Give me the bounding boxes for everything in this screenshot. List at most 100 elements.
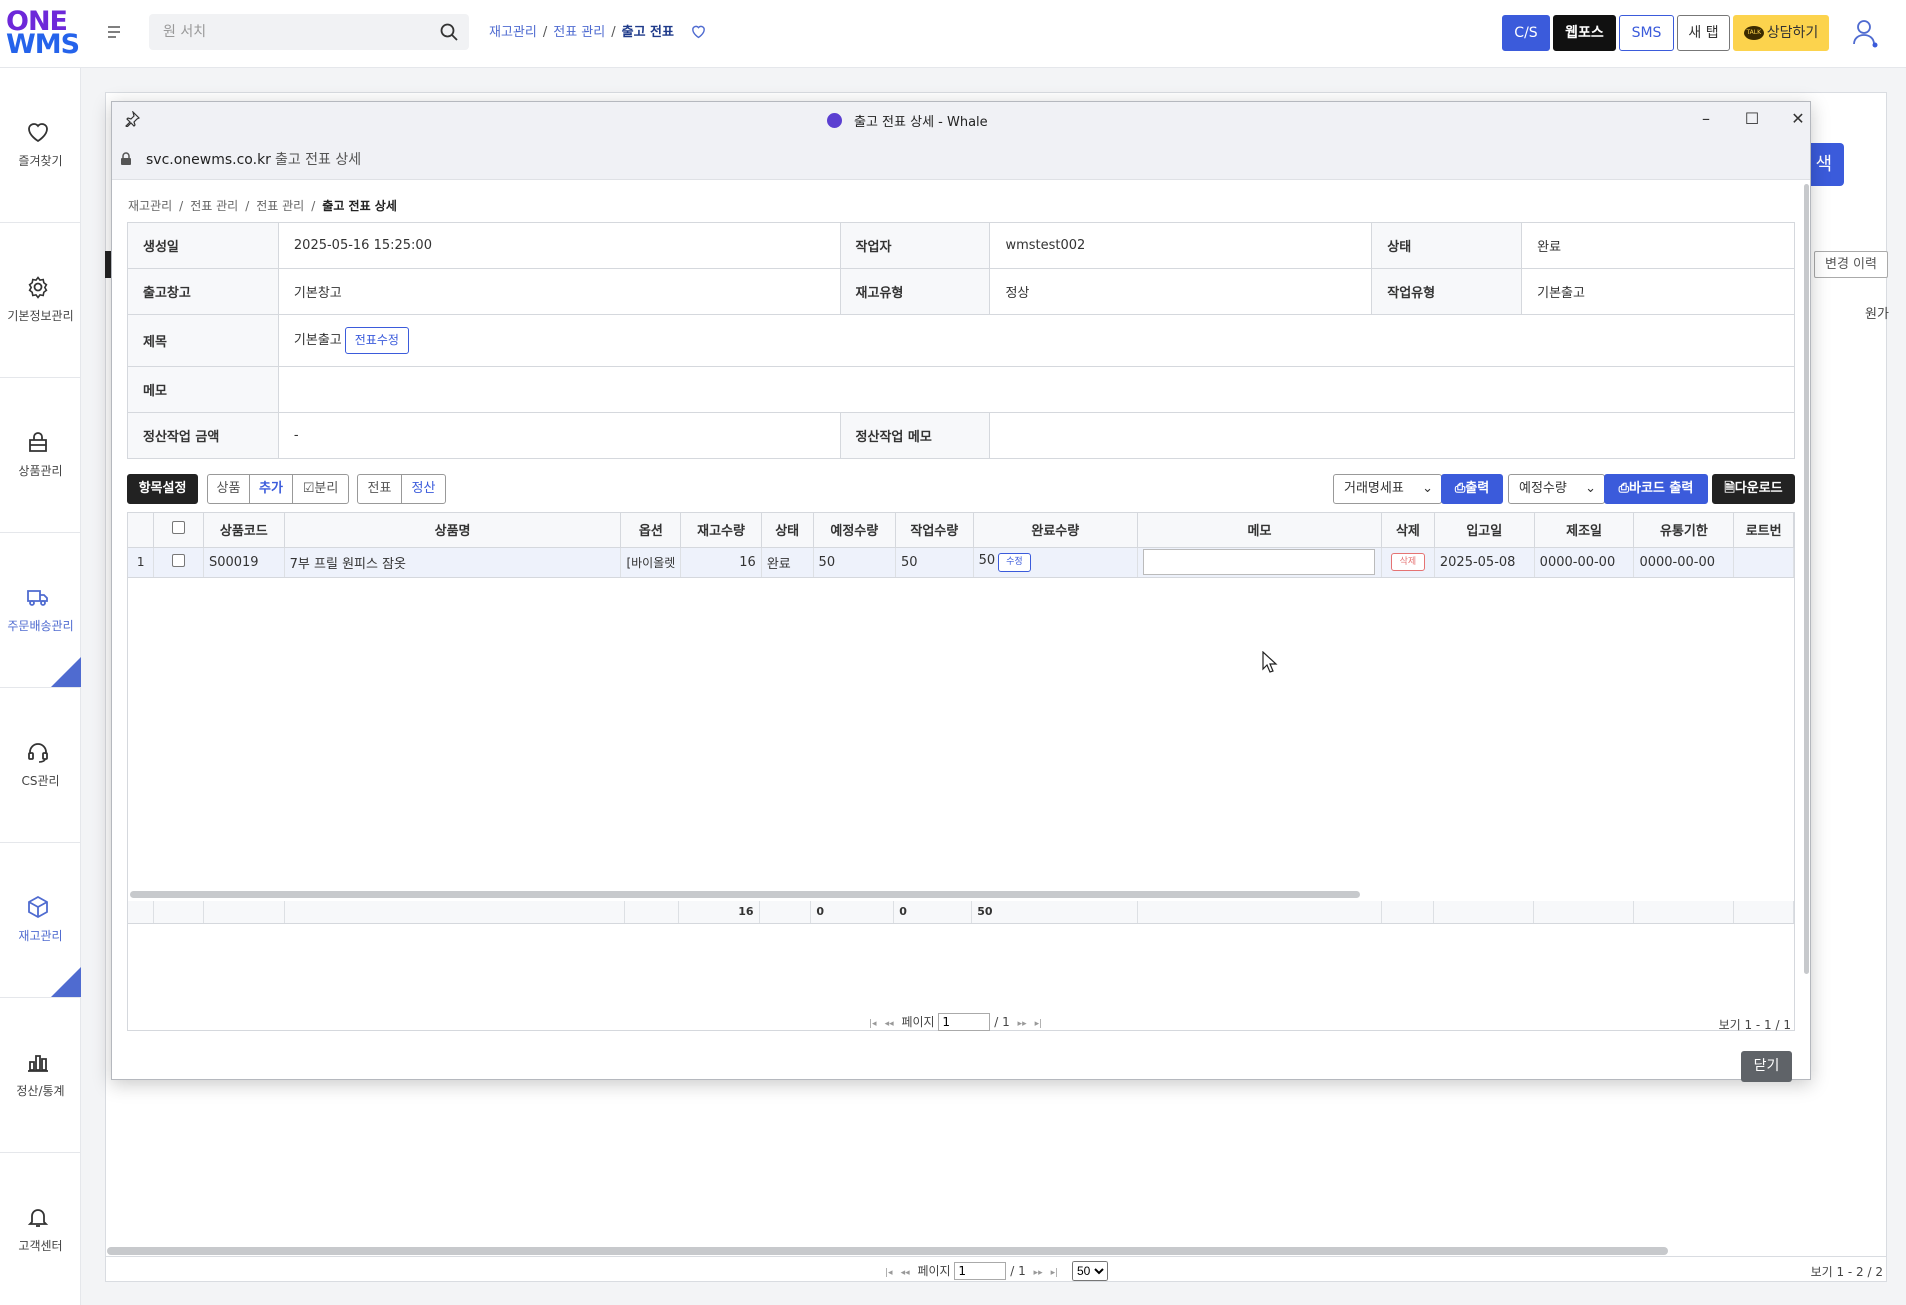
column-settings-button[interactable]: 항목설정 xyxy=(127,474,198,504)
webpos-button[interactable]: 웹포스 xyxy=(1553,15,1616,51)
modify-button[interactable]: 수정 xyxy=(998,552,1031,572)
sidebar-item-label: CS관리 xyxy=(21,774,60,788)
col-stock-qty[interactable]: 재고수량 xyxy=(680,513,762,548)
invoice-select[interactable]: 거래명세표 ⌄ xyxy=(1333,474,1442,504)
prev-page-icon[interactable]: ◂◂ xyxy=(901,1268,910,1278)
col-mfg-date[interactable]: 제조일 xyxy=(1534,513,1635,548)
view-range: 보기 1 - 2 / 2 xyxy=(1810,1265,1883,1279)
total-cell xyxy=(203,901,286,924)
logo-line-2: WMS xyxy=(6,29,80,60)
row-checkbox[interactable] xyxy=(172,553,186,567)
first-page-icon[interactable]: |◂ xyxy=(885,1268,893,1278)
logo[interactable]: ONE WMS xyxy=(6,8,80,60)
background-horizontal-scrollbar[interactable] xyxy=(107,1247,1668,1255)
breadcrumb-item[interactable]: 전표 관리 xyxy=(190,199,238,213)
breadcrumb-separator: / xyxy=(179,199,184,213)
select-all-checkbox[interactable] xyxy=(172,521,186,535)
page-input[interactable] xyxy=(938,1013,991,1031)
split-button[interactable]: ☑분리 xyxy=(292,474,349,504)
breadcrumb-item[interactable]: 전표 관리 xyxy=(553,25,605,40)
sidebar-item-orders[interactable]: 주문배송관리 xyxy=(0,533,81,688)
sms-button[interactable]: SMS xyxy=(1619,15,1674,51)
search-input[interactable] xyxy=(149,14,419,50)
breadcrumb-item[interactable]: 재고관리 xyxy=(128,199,172,213)
user-icon[interactable] xyxy=(1852,18,1878,48)
favorite-heart-icon[interactable] xyxy=(690,23,707,43)
sidebar-item-basic-info[interactable]: 기본정보관리 xyxy=(0,223,81,378)
col-done-qty[interactable]: 완료수량 xyxy=(973,513,1139,548)
minimize-icon[interactable]: – xyxy=(1696,109,1716,129)
add-button[interactable]: 추가 xyxy=(249,474,293,504)
memo-cell xyxy=(1137,547,1382,578)
col-option[interactable]: 옵션 xyxy=(620,513,682,548)
row-number: 1 xyxy=(128,547,155,578)
close-button[interactable]: 닫기 xyxy=(1741,1051,1792,1082)
total-cell xyxy=(1633,901,1734,924)
col-worked-qty[interactable]: 작업수량 xyxy=(895,513,974,548)
qty-select[interactable]: 예정수량 ⌄ xyxy=(1508,474,1605,504)
sidebar-item-customer-center[interactable]: 고객센터 xyxy=(0,1153,81,1305)
settle-amount-label: 정산작업 금액 xyxy=(127,412,279,459)
settle-button[interactable]: 정산 xyxy=(401,474,446,504)
sidebar-item-cs[interactable]: CS관리 xyxy=(0,688,81,843)
col-memo[interactable]: 메모 xyxy=(1137,513,1382,548)
col-delete[interactable]: 삭제 xyxy=(1381,513,1435,548)
sidebar-item-favorites[interactable]: 즐겨찾기 xyxy=(0,68,81,223)
sidebar-item-inventory[interactable]: 재고관리 xyxy=(0,843,81,998)
page-size-select[interactable]: 50 xyxy=(1071,1261,1108,1281)
total-cell xyxy=(759,901,812,924)
sidebar-item-label: 재고관리 xyxy=(18,929,63,943)
window-title-text: 출고 전표 상세 - Whale xyxy=(854,115,988,130)
delete-button[interactable]: 삭제 xyxy=(1390,553,1426,571)
first-page-icon[interactable]: |◂ xyxy=(869,1019,877,1029)
grid-horizontal-scrollbar[interactable] xyxy=(130,891,1360,898)
col-status[interactable]: 상태 xyxy=(761,513,814,548)
page-input[interactable] xyxy=(954,1262,1007,1280)
change-history-button[interactable]: 변경 이력 xyxy=(1814,251,1888,278)
new-tab-button[interactable]: 새 탭 xyxy=(1677,15,1730,51)
product-name: 7부 프릴 원피스 잠옷 xyxy=(284,547,622,578)
close-window-icon[interactable]: ✕ xyxy=(1788,109,1808,129)
cs-button[interactable]: C/S xyxy=(1502,15,1550,51)
consult-button[interactable]: TALK 상담하기 xyxy=(1733,15,1829,51)
slip-button[interactable]: 전표 xyxy=(357,474,402,504)
breadcrumb-item[interactable]: 재고관리 xyxy=(489,25,537,40)
sidebar-item-label: 주문배송관리 xyxy=(7,619,74,633)
col-select-all[interactable] xyxy=(153,513,204,548)
mouse-cursor-icon xyxy=(1262,651,1278,673)
print-button[interactable]: ⎙출력 xyxy=(1441,474,1503,504)
search-icon[interactable] xyxy=(439,22,459,42)
last-page-icon[interactable]: ▸| xyxy=(1051,1268,1059,1278)
barcode-print-button[interactable]: ⎙바코드 출력 xyxy=(1604,474,1708,504)
col-lot[interactable]: 로트번 xyxy=(1733,513,1794,548)
col-product-name[interactable]: 상품명 xyxy=(284,513,622,548)
col-in-date[interactable]: 입고일 xyxy=(1434,513,1535,548)
edit-slip-button[interactable]: 전표수정 xyxy=(344,327,409,354)
breadcrumb-item[interactable]: 전표 관리 xyxy=(256,199,304,213)
popup-vertical-scrollbar[interactable] xyxy=(1804,184,1809,974)
memo-input[interactable] xyxy=(1143,549,1376,575)
row-select[interactable] xyxy=(153,547,204,578)
col-exp-date[interactable]: 유통기한 xyxy=(1633,513,1735,548)
pin-icon[interactable] xyxy=(124,111,140,127)
sidebar-item-products[interactable]: 상품관리 xyxy=(0,378,81,533)
row-status: 완료 xyxy=(761,547,814,578)
table-row[interactable]: 1 S00019 7부 프릴 원피스 잠옷 [바이올렛 16 완료 50 50 … xyxy=(128,547,1794,578)
next-page-icon[interactable]: ▸▸ xyxy=(1034,1268,1043,1278)
col-product-code[interactable]: 상품코드 xyxy=(203,513,285,548)
next-page-icon[interactable]: ▸▸ xyxy=(1018,1019,1027,1029)
prev-page-icon[interactable]: ◂◂ xyxy=(885,1019,894,1029)
print-label: 출력 xyxy=(1465,481,1490,496)
download-button[interactable]: 🗎다운로드 xyxy=(1712,474,1795,504)
product-button[interactable]: 상품 xyxy=(207,474,250,504)
maximize-icon[interactable]: ☐ xyxy=(1742,109,1762,129)
last-page-icon[interactable]: ▸| xyxy=(1035,1019,1043,1029)
col-planned-qty[interactable]: 예정수량 xyxy=(813,513,897,548)
address-bar[interactable]: svc.onewms.co.kr 출고 전표 상세 xyxy=(112,136,1810,180)
sidebar-item-label: 기본정보관리 xyxy=(7,309,74,323)
sidebar-item-settlement[interactable]: 정산/통계 xyxy=(0,998,81,1153)
breadcrumb-current: 출고 전표 xyxy=(621,25,674,40)
grid-footer: 16 0 0 50 xyxy=(128,901,1794,924)
chevron-down-icon: ⌄ xyxy=(1585,481,1596,496)
menu-icon[interactable] xyxy=(104,22,126,44)
